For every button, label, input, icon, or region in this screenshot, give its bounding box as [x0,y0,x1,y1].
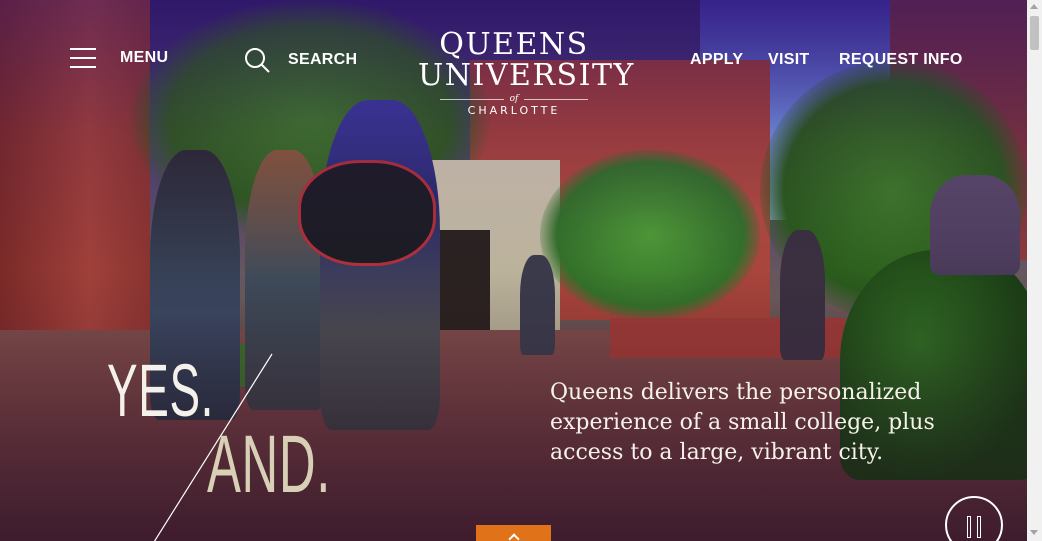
viewport: MENU SEARCH QUEENS UNIVERSITY of CHARLOT… [0,0,1027,541]
search-icon [245,48,270,73]
scrollbar-thumb[interactable] [1030,16,1039,50]
university-logo[interactable]: QUEENS UNIVERSITY of CHARLOTTE [418,27,635,118]
logo-line-2: UNIVERSITY [418,58,635,93]
menu-button[interactable]: MENU [70,48,168,68]
hamburger-icon [70,48,96,68]
logo-line-3: CHARLOTTE [467,104,561,117]
menu-label: MENU [120,49,169,66]
request-info-link[interactable]: REQUEST INFO [839,51,963,69]
visit-link[interactable]: VISIT [768,51,810,69]
search-label: SEARCH [288,51,358,68]
chevron-up-icon [508,533,520,541]
page-scrollbar[interactable] [1027,0,1042,541]
hero-tagline: Queens delivers the personalized experie… [550,380,935,465]
pause-icon [967,516,971,538]
search-button[interactable]: SEARCH [244,47,357,73]
logo-line-1: QUEENS [439,27,589,62]
headline-and: AND. [207,419,331,510]
scroll-up-arrow-icon[interactable] [1030,4,1038,9]
headline-yes: YES. [107,349,215,432]
scroll-cta-button[interactable] [476,525,551,541]
scroll-down-arrow-icon[interactable] [1030,530,1038,535]
logo-of: of [418,94,610,104]
apply-link[interactable]: APPLY [690,51,743,69]
